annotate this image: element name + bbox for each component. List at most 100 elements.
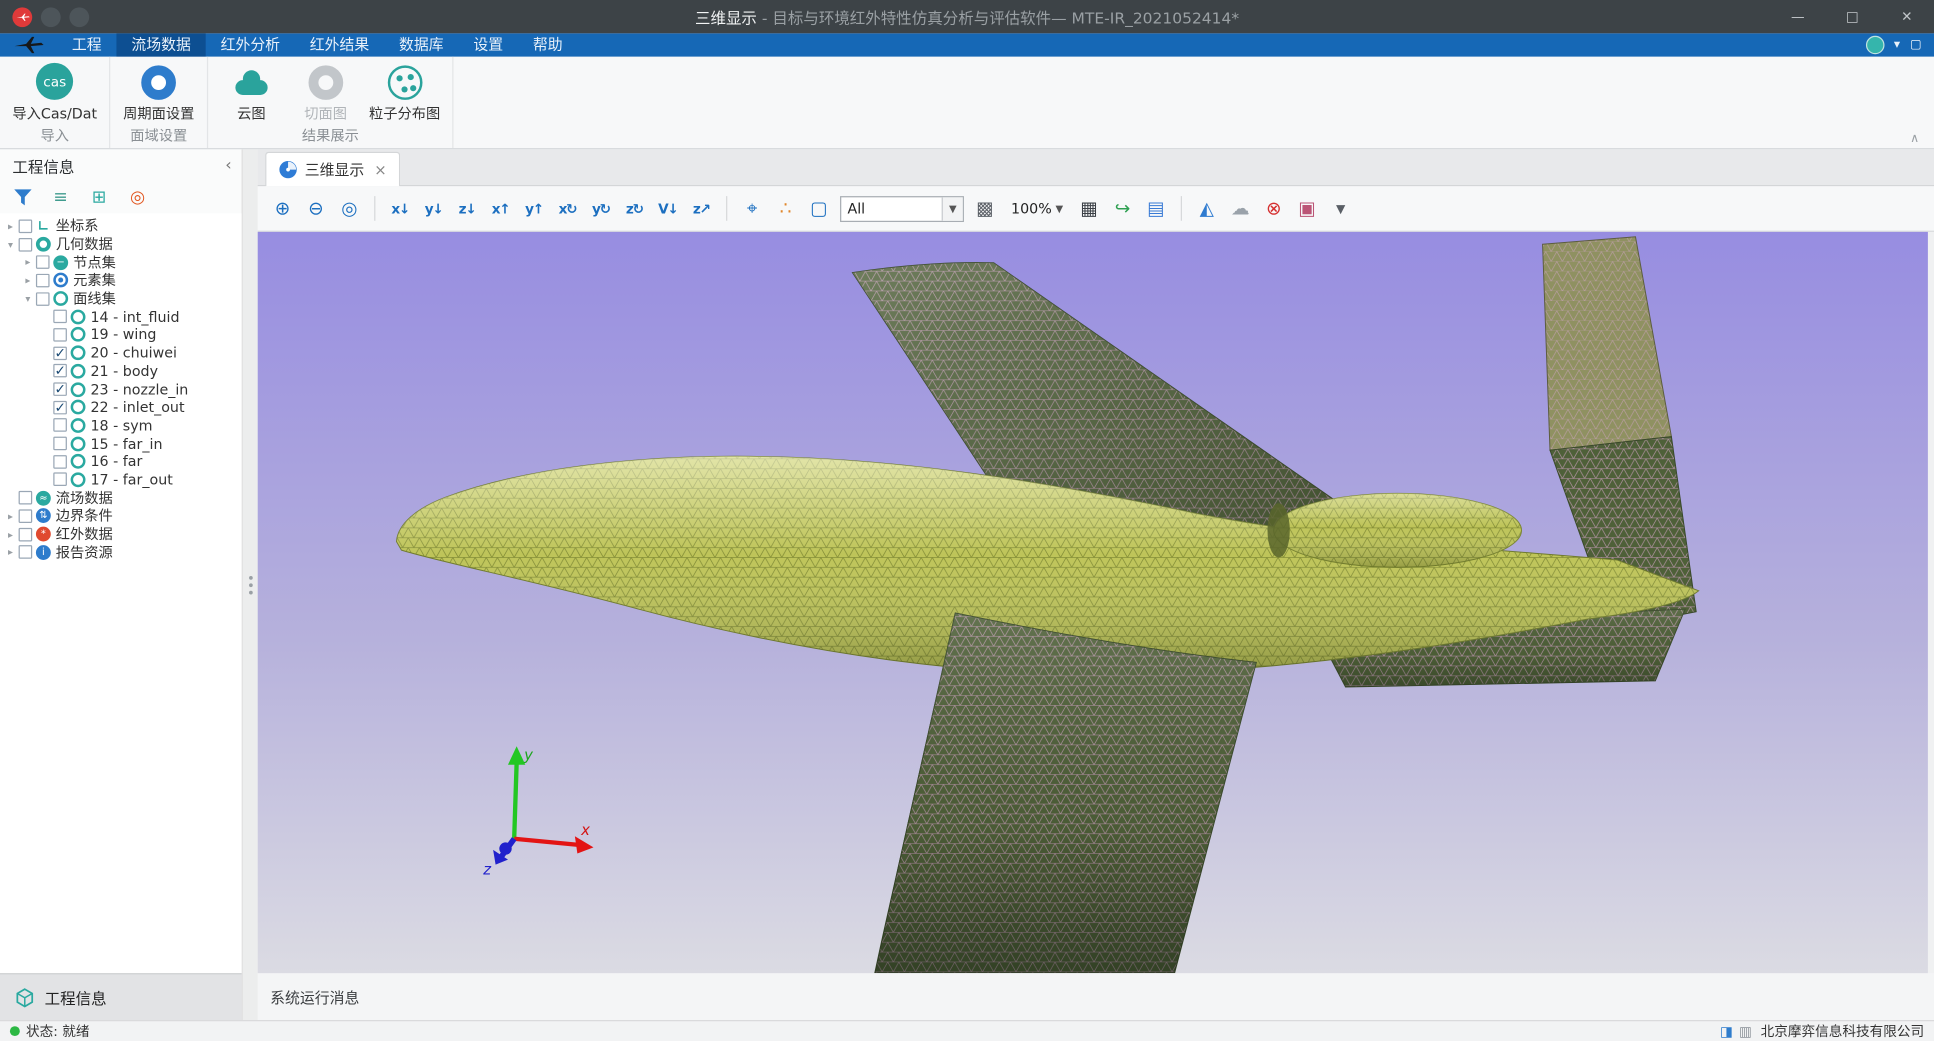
list-view-icon[interactable]: ≡ bbox=[50, 186, 72, 208]
window-split-icon[interactable]: ◨ bbox=[1720, 1023, 1733, 1039]
display-filter-select[interactable]: All▼ bbox=[840, 195, 964, 221]
tree-checkbox[interactable] bbox=[53, 382, 67, 396]
menu-item-flow-data[interactable]: 流场数据 bbox=[116, 33, 205, 56]
app-logo-icon[interactable] bbox=[12, 7, 32, 27]
3d-viewport[interactable]: y x z bbox=[258, 232, 1928, 973]
tree-expander-icon[interactable]: ▾ bbox=[4, 239, 18, 250]
tree-item-surface-18[interactable]: 18 - sym bbox=[0, 416, 242, 434]
tree-checkbox[interactable] bbox=[19, 527, 33, 541]
tab-close-icon[interactable]: × bbox=[374, 161, 386, 178]
node-display-icon[interactable]: ∴ bbox=[773, 195, 798, 222]
ribbon-collapse-icon[interactable]: ∧ bbox=[1910, 132, 1919, 146]
project-info-bottom-tab[interactable]: 工程信息 bbox=[0, 973, 242, 1020]
panel-collapse-icon[interactable]: ‹ bbox=[225, 156, 231, 175]
dropdown-arrow-icon[interactable]: ▼ bbox=[942, 197, 963, 220]
tree-item-boundary-conditions[interactable]: ▸⇅边界条件 bbox=[0, 507, 242, 525]
zoom-out-icon[interactable]: ⊖ bbox=[304, 195, 329, 222]
panel-splitter[interactable] bbox=[243, 149, 258, 1020]
export-view-icon[interactable]: ↪ bbox=[1110, 195, 1135, 222]
box-select-icon[interactable]: ▢ bbox=[807, 195, 832, 222]
tree-checkbox[interactable] bbox=[19, 509, 33, 523]
menu-item-ir-analysis[interactable]: 红外分析 bbox=[206, 33, 295, 56]
tree-item-surface-21[interactable]: 21 - body bbox=[0, 362, 242, 380]
tree-item-surface-14[interactable]: 14 - int_fluid bbox=[0, 308, 242, 326]
view-axis-neg-y-icon[interactable]: y↑ bbox=[522, 195, 547, 222]
window-layout-icon[interactable]: ▥ bbox=[1739, 1023, 1752, 1039]
ribbon-button-periodic-face-setup[interactable]: 周期面设置 bbox=[118, 63, 199, 123]
save-view-icon[interactable]: ▣ bbox=[1295, 195, 1320, 222]
tree-expander-icon[interactable]: ▾ bbox=[21, 293, 35, 304]
menu-item-help[interactable]: 帮助 bbox=[518, 33, 577, 56]
tree-expander-icon[interactable]: ▸ bbox=[4, 529, 18, 540]
user-avatar-icon[interactable] bbox=[1865, 36, 1884, 55]
tree-item-surface-17[interactable]: 17 - far_out bbox=[0, 471, 242, 489]
minimize-button[interactable]: — bbox=[1771, 0, 1826, 33]
tree-checkbox[interactable] bbox=[36, 292, 50, 306]
ribbon-button-contour-map[interactable]: 云图 bbox=[215, 63, 287, 123]
tree-item-flow-field-data[interactable]: ≈流场数据 bbox=[0, 489, 242, 507]
normal-view-icon[interactable]: V↓ bbox=[655, 195, 680, 222]
menu-item-database[interactable]: 数据库 bbox=[384, 33, 458, 56]
rotate-x-view-icon[interactable]: x↻ bbox=[555, 195, 580, 222]
snapshot-icon[interactable]: ▤ bbox=[1144, 195, 1169, 222]
cancel-operation-icon[interactable]: ⊗ bbox=[1261, 195, 1286, 222]
viewport-3d-scene[interactable]: y x z bbox=[258, 232, 1928, 973]
menu-item-project[interactable]: 工程 bbox=[57, 33, 116, 56]
tree-item-node-set[interactable]: ▸−节点集 bbox=[0, 253, 242, 271]
tree-item-report-resources[interactable]: ▸i报告资源 bbox=[0, 543, 242, 561]
outline-display-icon[interactable]: ☁ bbox=[1228, 195, 1253, 222]
tree-expander-icon[interactable]: ▸ bbox=[21, 275, 35, 286]
mesh-grid-icon[interactable]: ▦ bbox=[1077, 195, 1102, 222]
menu-item-settings[interactable]: 设置 bbox=[459, 33, 518, 56]
tree-expander-icon[interactable]: ▸ bbox=[21, 257, 35, 268]
chevron-down-icon[interactable]: ▾ bbox=[1894, 38, 1900, 52]
zoom-in-icon[interactable]: ⊕ bbox=[270, 195, 295, 222]
tree-item-geometry-data[interactable]: ▾几何数据 bbox=[0, 235, 242, 253]
tree-checkbox[interactable] bbox=[19, 491, 33, 505]
tree-checkbox[interactable] bbox=[53, 328, 67, 342]
tree-checkbox[interactable] bbox=[53, 419, 67, 433]
tree-expander-icon[interactable]: ▸ bbox=[4, 547, 18, 558]
filter-icon[interactable] bbox=[11, 186, 33, 208]
tree-checkbox[interactable] bbox=[36, 256, 50, 270]
rotate-y-view-icon[interactable]: y↻ bbox=[589, 195, 614, 222]
tree-checkbox[interactable] bbox=[53, 401, 67, 415]
locate-target-icon[interactable]: ◎ bbox=[126, 186, 148, 208]
tree-item-surface-23[interactable]: 23 - nozzle_in bbox=[0, 380, 242, 398]
tree-item-element-set[interactable]: ▸元素集 bbox=[0, 271, 242, 289]
tree-checkbox[interactable] bbox=[53, 455, 67, 469]
tab-3d-display[interactable]: 三维显示 × bbox=[265, 152, 400, 187]
maximize-button[interactable]: □ bbox=[1825, 0, 1880, 33]
tree-item-surface-19[interactable]: 19 - wing bbox=[0, 326, 242, 344]
tree-item-infrared-data[interactable]: ▸*红外数据 bbox=[0, 525, 242, 543]
ribbon-button-import-cas-dat[interactable]: cas导入Cas/Dat bbox=[7, 63, 102, 123]
tree-item-surface-22[interactable]: 22 - inlet_out bbox=[0, 398, 242, 416]
panel-toggle-icon[interactable]: ▢ bbox=[1910, 38, 1922, 52]
tree-item-surface-15[interactable]: 15 - far_in bbox=[0, 434, 242, 452]
tree-expander-icon[interactable]: ▸ bbox=[4, 510, 18, 521]
dropdown-arrow-icon[interactable]: ▼ bbox=[1055, 203, 1063, 214]
view-axis-z-icon[interactable]: z↓ bbox=[455, 195, 480, 222]
view-axis-neg-x-icon[interactable]: x↑ bbox=[488, 195, 513, 222]
tree-item-surface-16[interactable]: 16 - far bbox=[0, 453, 242, 471]
tree-checkbox[interactable] bbox=[53, 437, 67, 451]
tree-item-surface-20[interactable]: 20 - chuiwei bbox=[0, 344, 242, 362]
tree-item-face-set[interactable]: ▾面线集 bbox=[0, 290, 242, 308]
tree-checkbox[interactable] bbox=[36, 274, 50, 288]
chevron-down-icon[interactable]: ▾ bbox=[1328, 195, 1353, 222]
quick-button-1-icon[interactable] bbox=[41, 7, 61, 27]
probe-point-icon[interactable]: ⌖ bbox=[740, 195, 765, 222]
tree-expander-icon[interactable]: ▸ bbox=[4, 221, 18, 232]
view-axis-x-icon[interactable]: x↓ bbox=[388, 195, 413, 222]
quick-button-2-icon[interactable] bbox=[69, 7, 89, 27]
tree-checkbox[interactable] bbox=[53, 364, 67, 378]
close-button[interactable]: ✕ bbox=[1880, 0, 1934, 33]
tree-checkbox[interactable] bbox=[19, 237, 33, 251]
tree-checkbox[interactable] bbox=[19, 219, 33, 233]
tree-checkbox[interactable] bbox=[19, 545, 33, 559]
tree-checkbox[interactable] bbox=[53, 310, 67, 324]
zoom-level-select[interactable]: 100%▼ bbox=[1006, 197, 1068, 219]
tree-item-coordinate-system[interactable]: ▸∟坐标系 bbox=[0, 217, 242, 235]
isometric-view-icon[interactable]: z↗ bbox=[689, 195, 714, 222]
mirror-display-icon[interactable]: ◭ bbox=[1194, 195, 1219, 222]
